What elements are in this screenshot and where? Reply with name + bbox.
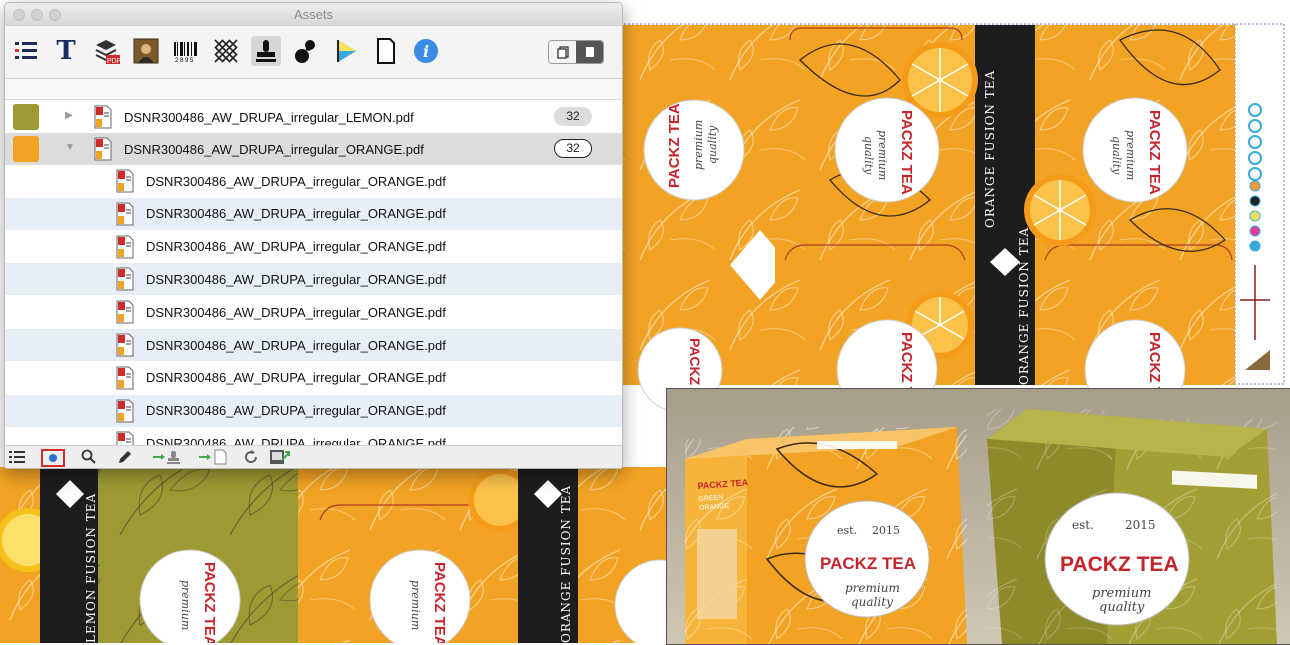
stamp-icon[interactable] <box>251 36 281 66</box>
search-icon[interactable] <box>79 448 99 466</box>
svg-text:PACKZ TEA: PACKZ TEA <box>898 110 915 195</box>
file-row-lemon[interactable]: ▶ DSNR300486_AW_DRUPA_irregular_LEMON.pd… <box>5 101 622 133</box>
pdf-doc-icon <box>115 267 135 291</box>
band-label-top: ORANGE FUSION TEA <box>983 70 997 228</box>
refresh-icon[interactable] <box>241 448 261 466</box>
page-file-name: DSNR300486_AW_DRUPA_irregular_ORANGE.pdf <box>146 337 446 353</box>
svg-text:premium: premium <box>1092 586 1151 601</box>
list-icon[interactable] <box>11 36 41 66</box>
page-file-name: DSNR300486_AW_DRUPA_irregular_ORANGE.pdf <box>146 271 446 287</box>
bottom-toolbar <box>5 445 622 468</box>
svg-text:PACKZ TEA: PACKZ TEA <box>666 103 683 188</box>
page-filled-icon[interactable] <box>576 41 603 63</box>
pattern-icon[interactable] <box>211 36 241 66</box>
pdf-doc-icon <box>115 333 135 357</box>
text-icon[interactable]: T <box>51 36 81 66</box>
svg-text:quality: quality <box>1099 600 1145 615</box>
page-icon[interactable] <box>371 36 401 66</box>
svg-text:est.: est. <box>1072 518 1094 532</box>
svg-text:quality: quality <box>851 595 893 609</box>
page-count-badge: 32 <box>554 107 592 126</box>
page-file-name: DSNR300486_AW_DRUPA_irregular_ORANGE.pdf <box>146 370 446 386</box>
svg-text:i: i <box>423 42 429 61</box>
svg-text:premium: premium <box>845 581 900 595</box>
svg-text:PACKZ TEA: PACKZ TEA <box>431 562 448 643</box>
svg-text:quality: quality <box>1110 136 1123 175</box>
svg-text:2015: 2015 <box>1125 518 1156 532</box>
page-row[interactable]: DSNR300486_AW_DRUPA_irregular_ORANGE.pdf <box>5 197 622 230</box>
list-view-icon[interactable] <box>7 448 27 466</box>
layers-pdf-icon[interactable]: PDF <box>91 36 121 66</box>
assets-panel: Assets T PDF 2 8 9 5 i ▶ DSNR300486_AW_D… <box>4 2 623 469</box>
page-count-badge: 32 <box>554 139 592 158</box>
pdf-doc-icon <box>115 202 135 226</box>
band-label-bottom-orange: ORANGE FUSION TEA <box>559 485 573 643</box>
export-icon[interactable] <box>267 448 291 466</box>
render-box1-badge: est. 2015 PACKZ TEA premium quality <box>804 500 930 618</box>
disclosure-expanded-icon[interactable]: ▼ <box>65 142 75 153</box>
pencil-icon[interactable] <box>115 448 135 466</box>
svg-text:premium: premium <box>179 580 192 630</box>
color-marks <box>1240 103 1270 370</box>
barcode-icon[interactable]: 2 8 9 5 <box>171 36 201 66</box>
page-file-name: DSNR300486_AW_DRUPA_irregular_ORANGE.pdf <box>146 173 446 189</box>
svg-text:PACKZ TEA: PACKZ TEA <box>201 562 218 643</box>
pdf-doc-icon <box>93 105 113 129</box>
single-page-icon[interactable] <box>549 41 576 63</box>
page-row[interactable]: DSNR300486_AW_DRUPA_irregular_ORANGE.pdf <box>5 230 622 263</box>
page-row[interactable]: DSNR300486_AW_DRUPA_irregular_ORANGE.pdf <box>5 394 622 427</box>
assets-toolbar: T PDF 2 8 9 5 i <box>5 26 622 79</box>
svg-text:premium: premium <box>1124 130 1137 180</box>
page-file-name: DSNR300486_AW_DRUPA_irregular_ORANGE.pdf <box>146 239 446 255</box>
svg-text:premium: premium <box>692 120 705 170</box>
svg-text:est.: est. <box>837 524 857 537</box>
svg-text:PACKZ TEA: PACKZ TEA <box>1060 553 1179 576</box>
column-header <box>5 79 622 100</box>
pdf-doc-icon <box>115 300 135 324</box>
color-swatch-icon[interactable] <box>331 36 361 66</box>
info-icon[interactable]: i <box>411 36 441 66</box>
svg-text:quality: quality <box>862 136 875 175</box>
page-file-name: DSNR300486_AW_DRUPA_irregular_ORANGE.pdf <box>146 403 446 419</box>
page-row[interactable]: DSNR300486_AW_DRUPA_irregular_ORANGE.pdf <box>5 361 622 394</box>
pdf-doc-icon <box>115 235 135 259</box>
pdf-doc-icon <box>115 366 135 390</box>
pdf-doc-icon <box>115 169 135 193</box>
file-name: DSNR300486_AW_DRUPA_irregular_LEMON.pdf <box>124 109 414 125</box>
page-file-name: DSNR300486_AW_DRUPA_irregular_ORANGE.pdf <box>146 206 446 222</box>
svg-text:2 8 9 5: 2 8 9 5 <box>175 58 194 63</box>
page-row[interactable]: DSNR300486_AW_DRUPA_irregular_ORANGE.pdf <box>5 329 622 361</box>
svg-text:PDF: PDF <box>107 58 120 65</box>
view-toggle[interactable] <box>548 40 604 64</box>
lemon-thumbnail <box>13 104 39 130</box>
orange-thumbnail <box>13 136 39 162</box>
page-row[interactable]: DSNR300486_AW_DRUPA_irregular_ORANGE.pdf <box>5 296 622 329</box>
page-row[interactable]: DSNR300486_AW_DRUPA_irregular_ORANGE.pdf <box>5 165 622 197</box>
page-row[interactable]: DSNR300486_AW_DRUPA_irregular_ORANGE.pdf <box>5 263 622 296</box>
disclosure-collapsed-icon[interactable]: ▶ <box>65 110 73 121</box>
window-title: Assets <box>293 7 333 22</box>
pdf-doc-icon <box>93 137 113 161</box>
band-label-lemon: LEMON FUSION TEA <box>84 493 98 643</box>
band-label-bottom: ORANGE FUSION TEA <box>1017 227 1031 385</box>
svg-text:premium: premium <box>876 130 889 180</box>
file-row-orange[interactable]: ▼ DSNR300486_AW_DRUPA_irregular_ORANGE.p… <box>5 133 622 165</box>
record-icon[interactable] <box>41 449 65 467</box>
render-box2-badge: est. 2015 PACKZ TEA premium quality <box>1044 492 1190 626</box>
3d-preview: est. 2015 PACKZ TEA premium quality PACK… <box>666 388 1290 645</box>
file-name: DSNR300486_AW_DRUPA_irregular_ORANGE.pdf <box>124 141 424 157</box>
pdf-doc-icon <box>115 399 135 423</box>
svg-text:quality: quality <box>706 125 719 164</box>
page-file-name: DSNR300486_AW_DRUPA_irregular_ORANGE.pdf <box>146 304 446 320</box>
svg-text:premium: premium <box>409 580 422 630</box>
image-icon[interactable] <box>131 36 161 66</box>
svg-text:PACKZ TEA: PACKZ TEA <box>820 554 916 573</box>
place-page-icon[interactable] <box>197 448 231 466</box>
svg-text:2015: 2015 <box>872 524 900 537</box>
place-stamp-icon[interactable] <box>151 448 185 466</box>
drop-icon[interactable] <box>291 36 321 66</box>
title-bar[interactable]: Assets <box>5 3 622 26</box>
svg-text:PACKZ TEA: PACKZ TEA <box>1146 110 1163 195</box>
